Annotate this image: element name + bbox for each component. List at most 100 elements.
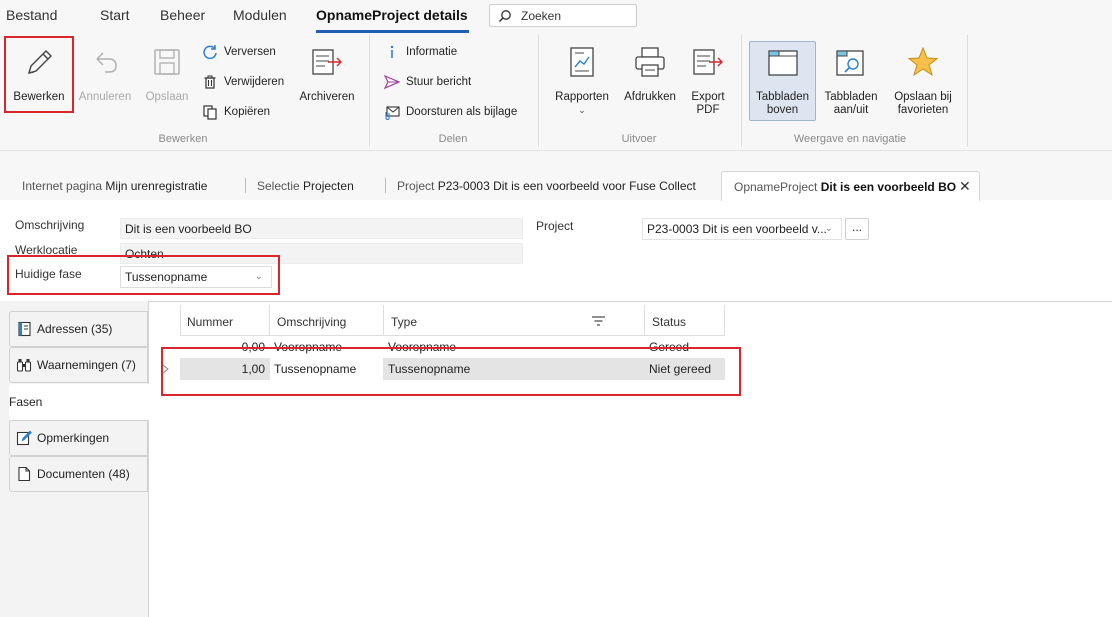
cell-omschrijving[interactable]: Tussenopname <box>270 358 383 380</box>
column-divider <box>383 305 384 335</box>
tab-divider <box>245 178 246 193</box>
group-divider <box>967 35 968 147</box>
refresh-button[interactable]: Verversen <box>202 43 276 61</box>
omschrijving-field[interactable]: Dit is een voorbeeld BO <box>120 218 523 239</box>
werklocatie-label: Werklocatie <box>15 243 78 257</box>
binoculars-icon <box>16 359 32 372</box>
cancel-label: Annuleren <box>78 91 132 103</box>
export-label: Export <box>691 91 725 103</box>
refresh-label: Verversen <box>224 46 276 58</box>
send-message-button[interactable]: Stuur bericht <box>384 73 471 91</box>
menu-modulen[interactable]: Modulen <box>233 7 287 23</box>
close-icon[interactable]: ✕ <box>959 178 971 195</box>
column-header-status[interactable]: Status <box>652 305 687 335</box>
edit-button[interactable]: Bewerken <box>10 45 68 104</box>
chevron-down-icon: ⌄ <box>254 271 263 282</box>
project-label: Project <box>536 219 574 233</box>
report-chart-icon <box>570 47 594 77</box>
reports-button[interactable]: Rapporten ⌄ <box>551 45 613 117</box>
werklocatie-field[interactable]: Ochten <box>120 243 523 264</box>
omschrijving-label: Omschrijving <box>15 218 85 232</box>
export-pdf-button[interactable]: Export PDF <box>686 45 730 117</box>
cell-omschrijving: Vooropname <box>274 340 343 354</box>
doctab-projecten[interactable]: Selectie Projecten <box>257 179 354 193</box>
huidige-fase-value: Tussenopname <box>125 270 208 284</box>
menu-beheer[interactable]: Beheer <box>160 7 205 23</box>
info-label: Informatie <box>406 46 458 58</box>
sidetab-documenten[interactable]: Documenten (48) <box>9 456 148 492</box>
save-favorites-button[interactable]: Opslaan bij favorieten <box>890 45 956 117</box>
sidetab-adressen[interactable]: Adressen (35) <box>9 311 148 347</box>
favorites-label-1: Opslaan bij <box>894 91 952 103</box>
group-label-weergave: Weergave en navigatie <box>793 133 907 145</box>
doctab-urenregistratie[interactable]: Internet pagina Mijn urenregistratie <box>22 179 207 193</box>
send-message-label: Stuur bericht <box>406 76 472 88</box>
tabs-top-button[interactable]: Tabbladen boven <box>750 45 815 117</box>
column-divider <box>180 305 181 335</box>
filter-icon[interactable] <box>592 316 605 326</box>
document-icon <box>18 466 31 482</box>
export-pdf-icon <box>693 49 723 75</box>
cell-type: Tussenopname <box>388 362 471 376</box>
sidetab-waarnemingen[interactable]: Waarnemingen (7) <box>9 347 148 383</box>
printer-icon <box>635 47 665 77</box>
cell-status: Niet gereed <box>649 362 712 376</box>
menu-start[interactable]: Start <box>100 7 130 23</box>
cancel-button[interactable]: Annuleren <box>76 45 134 104</box>
info-button[interactable]: Informatie <box>384 43 457 61</box>
search-placeholder: Zoeken <box>521 9 562 23</box>
refresh-icon <box>203 45 217 60</box>
copy-label: Kopiëren <box>224 106 271 118</box>
cell-status: Gereed <box>649 340 690 354</box>
copy-button[interactable]: Kopiëren <box>202 103 270 121</box>
search-input[interactable]: Zoeken <box>489 4 637 27</box>
info-icon <box>390 45 394 58</box>
doctab-opnameproject[interactable]: OpnameProject Dit is een voorbeeld BO ✕ <box>721 171 980 201</box>
save-button[interactable]: Opslaan <box>140 45 194 104</box>
pdf-label: PDF <box>696 104 720 116</box>
delete-button[interactable]: Verwijderen <box>202 73 284 91</box>
project-select[interactable]: P23-0003 Dit is een voorbeeld v... ⌄ <box>642 218 842 240</box>
sidetab-opmerkingen[interactable]: Opmerkingen <box>9 420 148 456</box>
archive-label: Archiveren <box>299 91 355 103</box>
tabs-toggle-button[interactable]: Tabbladen aan/uit <box>820 45 882 117</box>
menu-opnameproject-details[interactable]: OpnameProject details <box>316 7 468 23</box>
column-divider <box>269 305 270 335</box>
star-icon <box>907 46 939 77</box>
print-label: Afdrukken <box>624 91 676 103</box>
search-icon <box>498 10 511 23</box>
huidige-fase-select[interactable]: Tussenopname ⌄ <box>120 266 272 288</box>
project-value: P23-0003 Dit is een voorbeeld v... <box>647 222 827 236</box>
save-label: Opslaan <box>145 91 189 103</box>
mail-attachment-icon <box>385 106 400 120</box>
tabs-search-icon <box>836 50 864 76</box>
tabs-toggle-label-2: aan/uit <box>833 104 869 116</box>
menu-bar: Bestand Start Beheer Modulen OpnameProje… <box>0 0 1112 33</box>
group-label-delen: Delen <box>438 133 468 145</box>
column-divider <box>644 305 645 335</box>
row-indicator-icon <box>162 364 169 374</box>
forward-attachment-button[interactable]: Doorsturen als bijlage <box>384 103 517 121</box>
tabs-top-label-2: boven <box>766 104 799 116</box>
table-row-selected[interactable]: 1,00 Tussenopname Tussenopname Niet gere… <box>180 358 725 380</box>
ribbon: Bewerken Annuleren Opslaan Verversen Ver… <box>0 33 1112 151</box>
menu-bestand[interactable]: Bestand <box>6 7 57 23</box>
sidetab-fasen[interactable]: Fasen <box>9 384 150 420</box>
column-header-nummer[interactable]: Nummer <box>187 305 234 335</box>
table-row[interactable]: 0,00 Vooropname Vooropname Gereed <box>180 336 725 358</box>
cell-nummer: 1,00 <box>241 362 265 376</box>
column-header-type[interactable]: Type <box>391 305 418 335</box>
cell-nummer: 0,00 <box>241 340 265 354</box>
project-browse-button[interactable]: ... <box>845 218 869 240</box>
archive-button[interactable]: Archiveren <box>298 45 356 104</box>
doctab-project[interactable]: Project P23-0003 Dit is een voorbeeld vo… <box>397 179 696 193</box>
archive-icon <box>312 49 342 75</box>
delete-label: Verwijderen <box>224 76 285 88</box>
column-divider <box>724 305 725 335</box>
tab-divider <box>385 178 386 193</box>
trash-icon <box>204 75 216 89</box>
reports-label: Rapporten <box>555 91 609 103</box>
save-icon <box>154 49 180 75</box>
print-button[interactable]: Afdrukken <box>620 45 680 104</box>
column-header-omschrijving[interactable]: Omschrijving <box>277 305 347 335</box>
